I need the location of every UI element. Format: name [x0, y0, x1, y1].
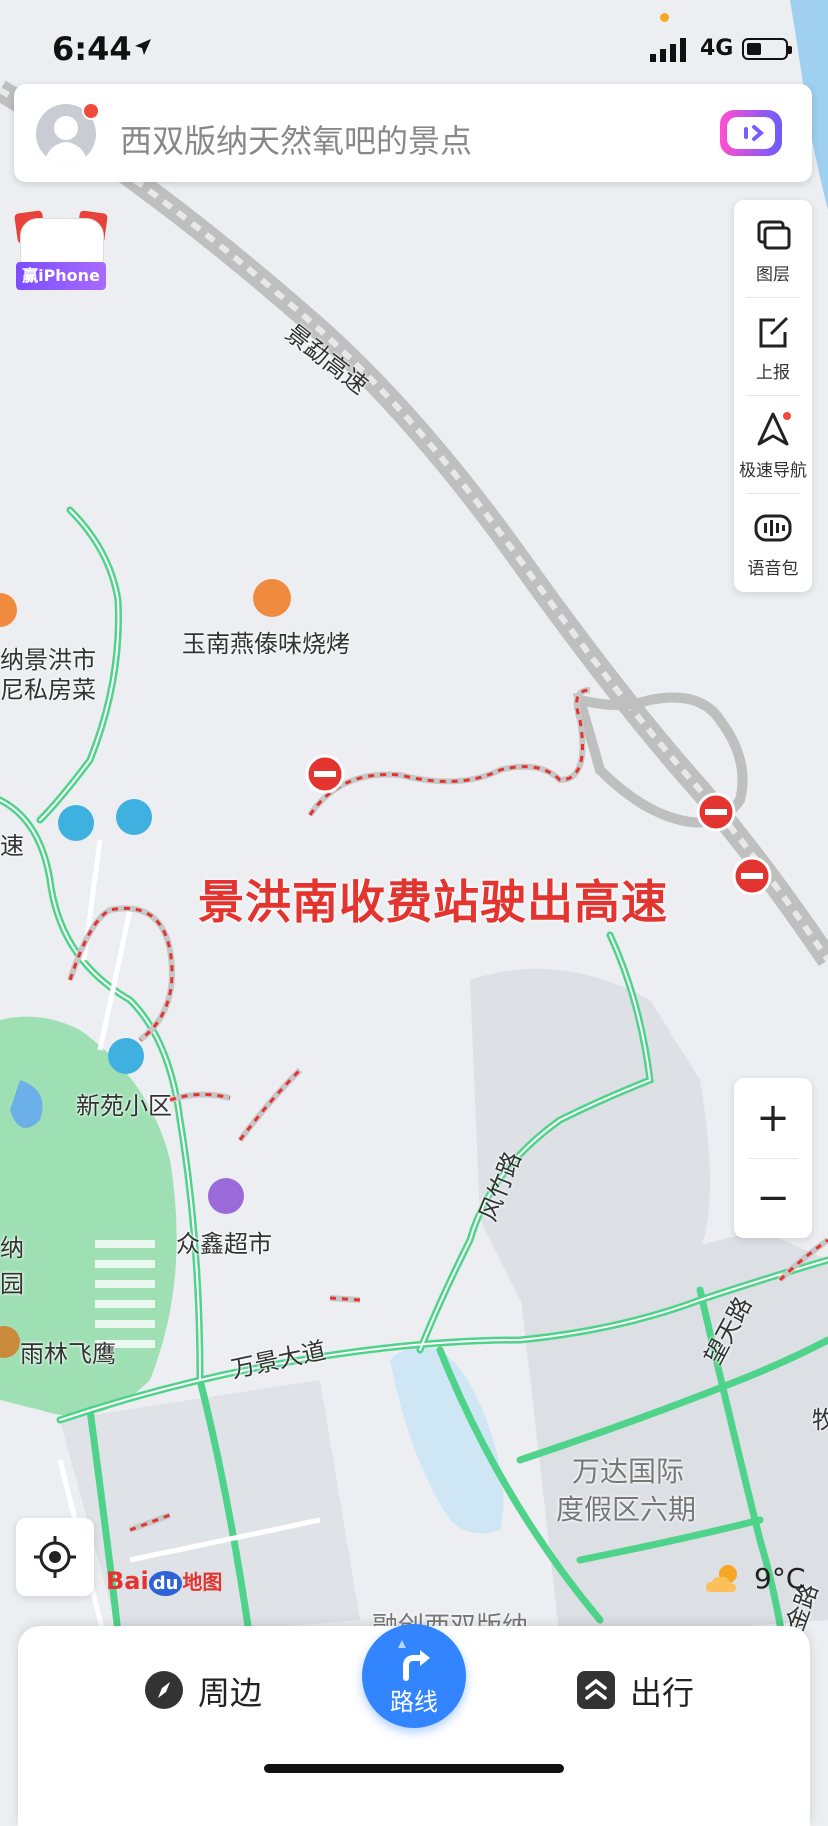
ai-assistant-button[interactable] [720, 110, 782, 156]
weather-temp: 9°C [754, 1562, 806, 1595]
route-annotation: 景洪南收费站驶出高速 [198, 875, 668, 929]
car-icon [20, 218, 104, 266]
report-icon [759, 316, 789, 348]
map-label-community[interactable]: 新苑小区 [76, 1086, 172, 1121]
location-arrow-icon [135, 39, 151, 55]
map-label-park: 园 [0, 1270, 24, 1298]
bottom-sheet: 周边 路线 出行 [18, 1624, 810, 1826]
route-button[interactable]: 路线 [362, 1624, 466, 1728]
map-label-restaurant[interactable]: 玉南燕傣味烧烤 [182, 624, 350, 659]
map-label-park: 纳 [0, 1234, 24, 1262]
map-label-restaurant[interactable]: 尼私房菜 [0, 670, 96, 705]
cloudy-sun-icon [706, 1565, 737, 1592]
battery-icon [742, 38, 792, 60]
map-label-district: 牧 [812, 1406, 828, 1434]
navigation-icon [757, 412, 791, 446]
search-input[interactable]: 西双版纳天然氧吧的景点 [120, 116, 472, 162]
map-label-park[interactable]: 雨林飞鹰 [20, 1334, 116, 1369]
promo-label: 赢iPhone [16, 262, 106, 290]
signal-icon [650, 38, 686, 62]
tool-layers-button[interactable]: 图层 [734, 200, 812, 298]
nearby-label: 周边 [198, 1674, 263, 1712]
status-time: 6:44 [52, 30, 132, 68]
map-tools-panel: 图层 上报 极速导航 语音包 [734, 200, 812, 592]
tool-navigation-button[interactable]: 极速导航 [734, 396, 812, 494]
map-label-district[interactable]: 度假区六期 [556, 1488, 696, 1528]
baidu-logo: Bai du 地图 [106, 1566, 223, 1596]
locate-button[interactable] [16, 1518, 94, 1596]
zoom-control: + − [734, 1078, 812, 1238]
tool-label: 语音包 [747, 559, 799, 579]
map-label-district[interactable]: 万达国际 [572, 1450, 684, 1490]
weather-widget[interactable]: 9°C [704, 1562, 828, 1598]
map-label-supermarket[interactable]: 众鑫超市 [176, 1224, 272, 1259]
brand-du: du [148, 1571, 183, 1596]
privacy-dot-icon [660, 13, 669, 22]
promo-badge[interactable]: 赢iPhone [14, 210, 108, 290]
travel-label: 出行 [630, 1674, 695, 1712]
status-bar: 6:44 4G [0, 0, 828, 80]
layers-icon [757, 220, 791, 250]
travel-button[interactable]: 出行 [576, 1662, 716, 1718]
zoom-out-button[interactable]: − [734, 1158, 812, 1238]
compass-icon [145, 1671, 183, 1709]
tool-report-button[interactable]: 上报 [734, 298, 812, 396]
home-indicator[interactable] [264, 1764, 564, 1773]
brand-ditu: 地图 [182, 1570, 223, 1594]
crosshair-icon [34, 1536, 76, 1578]
tool-label: 上报 [756, 363, 790, 383]
voice-pack-icon [754, 514, 792, 542]
tool-label: 图层 [756, 265, 790, 285]
notification-dot [82, 102, 100, 120]
map-label-road: 速 [0, 832, 24, 860]
travel-icon [577, 1671, 615, 1709]
chat-bot-icon [744, 125, 765, 141]
tool-voice-pack-button[interactable]: 语音包 [734, 494, 812, 592]
search-bar[interactable]: 西双版纳天然氧吧的景点 [14, 84, 812, 182]
nearby-button[interactable]: 周边 [144, 1662, 284, 1718]
network-type: 4G [700, 36, 734, 61]
brand-bai: Bai [106, 1567, 149, 1595]
route-label: 路线 [390, 1688, 438, 1716]
zoom-in-button[interactable]: + [734, 1078, 812, 1158]
tool-label: 极速导航 [739, 461, 807, 481]
